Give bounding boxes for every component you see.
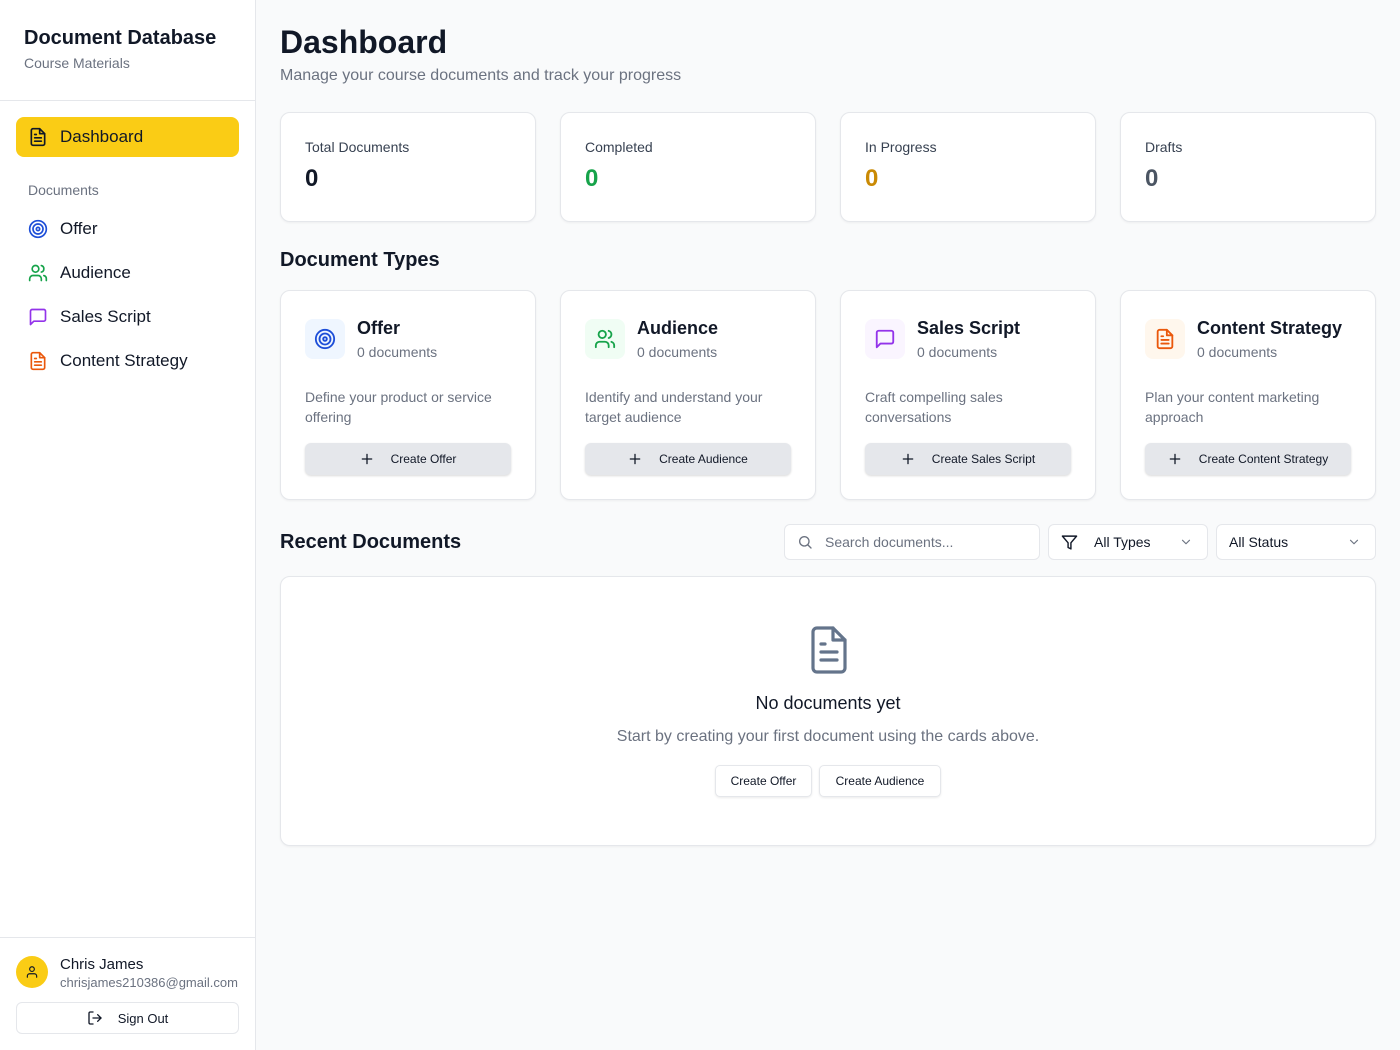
empty-state-title: No documents yet xyxy=(755,693,901,713)
target-icon xyxy=(28,219,48,239)
app-title: Document Database xyxy=(24,27,217,49)
sidebar-item-label: Audience xyxy=(60,263,131,282)
type-filter-select[interactable]: All Types xyxy=(1048,524,1208,560)
stat-label: Drafts xyxy=(1145,139,1183,155)
stat-card-completed: Completed 0 xyxy=(560,112,816,222)
chevron-down-icon xyxy=(1347,535,1361,549)
stat-value: 0 xyxy=(585,165,599,192)
stat-label: In Progress xyxy=(865,139,937,155)
filter-icon xyxy=(1061,534,1078,551)
type-count: 0 documents xyxy=(637,344,718,360)
stat-value: 0 xyxy=(1145,165,1159,192)
plus-icon xyxy=(360,452,374,466)
user-icon xyxy=(25,965,39,979)
sidebar-item-label: Dashboard xyxy=(60,127,144,146)
page-title: Dashboard xyxy=(280,24,448,60)
sidebar-item-sales-script[interactable]: Sales Script xyxy=(28,303,151,331)
type-name: Sales Script xyxy=(917,318,1021,338)
type-card-offer: Offer 0 documents Define your product or… xyxy=(280,290,536,500)
search-box xyxy=(784,524,1040,560)
create-sales-script-button[interactable]: Create Sales Script xyxy=(865,443,1071,475)
brand-header: Document Database Course Materials xyxy=(0,0,255,101)
users-icon xyxy=(585,319,625,359)
section-title-document-types: Document Types xyxy=(280,249,440,271)
status-filter-select[interactable]: All Status xyxy=(1216,524,1376,560)
create-audience-button[interactable]: Create Audience xyxy=(585,443,791,475)
sidebar-item-dashboard[interactable]: Dashboard xyxy=(16,117,239,157)
sidebar: Document Database Course Materials Dashb… xyxy=(0,0,256,1050)
file-text-icon xyxy=(28,127,48,147)
sidebar-item-label: Content Strategy xyxy=(60,351,188,370)
type-description: Define your product or service offering xyxy=(305,389,492,425)
user-name: Chris James xyxy=(60,956,144,973)
type-count: 0 documents xyxy=(917,344,998,360)
chevron-down-icon xyxy=(1179,535,1193,549)
user-email: chrisjames210386@gmail.com xyxy=(60,975,238,990)
sign-out-label: Sign Out xyxy=(117,1010,169,1026)
message-square-icon xyxy=(865,319,905,359)
stat-label: Completed xyxy=(585,139,653,155)
stat-label: Total Documents xyxy=(305,139,410,155)
stat-value: 0 xyxy=(865,165,879,192)
sidebar-section-label: Documents xyxy=(28,182,99,198)
button-label: Create Content Strategy xyxy=(1198,452,1329,466)
users-icon xyxy=(28,263,48,283)
stat-card-drafts: Drafts 0 xyxy=(1120,112,1376,222)
button-label: Create Sales Script xyxy=(931,452,1036,466)
type-name: Audience xyxy=(637,318,719,338)
plus-icon xyxy=(1168,452,1182,466)
sidebar-item-label: Sales Script xyxy=(60,307,151,326)
type-description: Identify and understand your target audi… xyxy=(585,389,763,425)
type-description: Plan your content marketing approach xyxy=(1145,389,1320,425)
sidebar-item-content-strategy[interactable]: Content Strategy xyxy=(28,347,188,375)
sidebar-item-label: Offer xyxy=(60,219,98,238)
empty-state-card: No documents yet Start by creating your … xyxy=(280,576,1376,846)
button-label: Create Offer xyxy=(390,452,457,466)
type-count: 0 documents xyxy=(1197,344,1278,360)
sidebar-item-offer[interactable]: Offer xyxy=(28,215,97,243)
user-panel: Chris James chrisjames210386@gmail.com S… xyxy=(0,937,255,1050)
type-count: 0 documents xyxy=(357,344,438,360)
type-description: Craft compelling sales conversations xyxy=(865,389,1003,425)
status-filter-value: All Status xyxy=(1229,534,1289,550)
create-offer-button[interactable]: Create Offer xyxy=(305,443,511,475)
stat-value: 0 xyxy=(305,165,319,192)
stat-card-in-progress: In Progress 0 xyxy=(840,112,1096,222)
file-text-icon xyxy=(1145,319,1185,359)
log-out-icon xyxy=(87,1010,103,1026)
page-subtitle: Manage your course documents and track y… xyxy=(280,67,682,84)
type-filter-value: All Types xyxy=(1094,534,1151,550)
type-card-audience: Audience 0 documents Identify and unders… xyxy=(560,290,816,500)
type-card-content-strategy: Content Strategy 0 documents Plan your c… xyxy=(1120,290,1376,500)
button-label: Create Audience xyxy=(659,452,748,466)
plus-icon xyxy=(901,452,915,466)
plus-icon xyxy=(628,452,642,466)
type-name: Content Strategy xyxy=(1197,318,1343,338)
file-text-icon xyxy=(808,626,850,674)
type-card-sales-script: Sales Script 0 documents Craft compellin… xyxy=(840,290,1096,500)
avatar[interactable] xyxy=(16,956,48,988)
stat-card-total: Total Documents 0 xyxy=(280,112,536,222)
app-subtitle: Course Materials xyxy=(24,55,130,71)
empty-state-subtitle: Start by creating your first document us… xyxy=(616,728,1040,745)
empty-create-audience-button[interactable]: Create Audience xyxy=(819,765,941,797)
message-square-icon xyxy=(28,307,48,327)
empty-create-offer-button[interactable]: Create Offer xyxy=(715,765,812,797)
search-icon xyxy=(797,534,813,550)
type-name: Offer xyxy=(357,318,401,338)
target-icon xyxy=(305,319,345,359)
create-content-strategy-button[interactable]: Create Content Strategy xyxy=(1145,443,1351,475)
file-text-icon xyxy=(28,351,48,371)
search-input[interactable] xyxy=(825,534,1025,550)
section-title-recent-documents: Recent Documents xyxy=(280,531,462,553)
sign-out-button[interactable]: Sign Out xyxy=(16,1002,239,1034)
sidebar-item-audience[interactable]: Audience xyxy=(28,259,131,287)
